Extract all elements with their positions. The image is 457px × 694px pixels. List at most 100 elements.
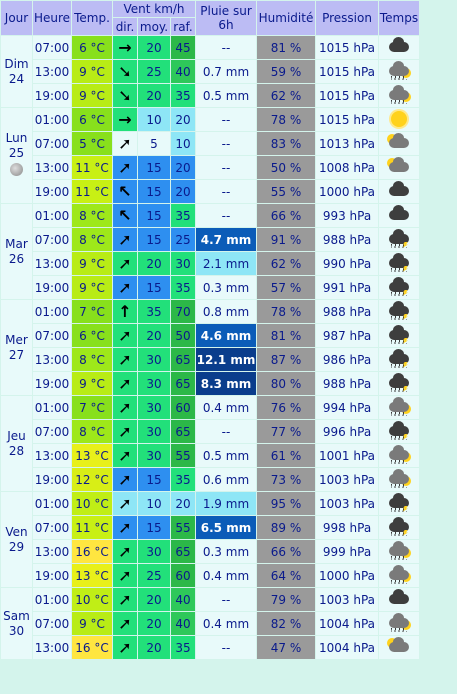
rain-icon (387, 228, 411, 248)
sun-cloud-icon (387, 156, 411, 176)
pressure-cell: 988 hPa (316, 300, 378, 323)
day-cell: Mer 27 (1, 300, 32, 395)
day-cell: Sam 30 (1, 588, 32, 659)
humidity-cell: 77 % (257, 420, 315, 443)
rain-cell: 0.5 mm (196, 84, 256, 107)
humidity-cell: 55 % (257, 180, 315, 203)
wind-dir-icon: ➚ (113, 612, 137, 635)
temp-cell: 10 °C (72, 588, 112, 611)
temp-cell: 9 °C (72, 252, 112, 275)
wind-gust-cell: 60 (171, 564, 195, 587)
wind-gust-cell: 35 (171, 468, 195, 491)
weather-cell (379, 444, 419, 467)
wind-gust-cell: 65 (171, 348, 195, 371)
wind-dir-icon: ➚ (113, 348, 137, 371)
hour-cell: 13:00 (33, 540, 71, 563)
weather-cell (379, 108, 419, 131)
wind-gust-cell: 35 (171, 84, 195, 107)
table-row: Lun 25 01:00 6 °C → 10 20 -- 78 % 1015 hPa (1, 108, 419, 203)
pressure-cell: 986 hPa (316, 348, 378, 371)
weather-cell (379, 396, 419, 419)
rain-cell: 0.5 mm (196, 444, 256, 467)
hour-cell: 01:00 (33, 588, 71, 611)
rain-icon (387, 348, 411, 368)
table-row: 13:00 9 °C ➚ 20 30 2.1 mm 62 % 990 hPa (1, 252, 419, 275)
wind-gust-cell: 70 (171, 300, 195, 323)
weather-cell (379, 180, 419, 203)
table-row: 13:00 9 °C ➘ 25 40 0.7 mm 59 % 1015 hPa (1, 60, 419, 83)
pressure-cell: 1003 hPa (316, 468, 378, 491)
pressure-cell: 1015 hPa (316, 108, 378, 131)
sun-rain-icon (387, 468, 411, 488)
header-pression: Pression (316, 1, 378, 35)
pressure-cell: 1015 hPa (316, 84, 378, 107)
sun-rain-icon (387, 612, 411, 632)
wind-gust-cell: 20 (171, 492, 195, 515)
temp-cell: 7 °C (72, 300, 112, 323)
weather-cell (379, 324, 419, 347)
wind-gust-cell: 35 (171, 636, 195, 659)
wind-gust-cell: 55 (171, 444, 195, 467)
sun-rain-icon (387, 564, 411, 584)
moon-icon (10, 163, 23, 176)
wind-avg-cell: 20 (138, 36, 170, 59)
temp-cell: 11 °C (72, 156, 112, 179)
hour-cell: 01:00 (33, 492, 71, 515)
weather-cell (379, 204, 419, 227)
wind-gust-cell: 50 (171, 324, 195, 347)
wind-avg-cell: 20 (138, 588, 170, 611)
hour-cell: 07:00 (33, 36, 71, 59)
sun-rain-icon (387, 84, 411, 104)
wind-dir-icon: ➚ (113, 468, 137, 491)
rain-cell: -- (196, 36, 256, 59)
temp-cell: 5 °C (72, 132, 112, 155)
pressure-cell: 988 hPa (316, 372, 378, 395)
rain-cell: 4.7 mm (196, 228, 256, 251)
wind-gust-cell: 35 (171, 276, 195, 299)
wind-avg-cell: 15 (138, 156, 170, 179)
wind-dir-icon: ➚ (113, 252, 137, 275)
wind-avg-cell: 15 (138, 180, 170, 203)
table-row: 13:00 16 °C ➚ 20 35 -- 47 % 1004 hPa (1, 636, 419, 659)
rain-cell: -- (196, 180, 256, 203)
temp-cell: 16 °C (72, 540, 112, 563)
humidity-cell: 62 % (257, 84, 315, 107)
table-row: Dim 24 07:00 6 °C → 20 45 -- 81 % 1015 hPa (1, 36, 419, 107)
temp-cell: 10 °C (72, 492, 112, 515)
table-row: 19:00 12 °C ➚ 15 35 0.6 mm 73 % 1003 hPa (1, 468, 419, 491)
rain-cell: 0.3 mm (196, 540, 256, 563)
table-row: Mer 27 01:00 7 °C ↑ 35 70 0.8 mm 78 % 988 hPa (1, 300, 419, 395)
weather-cell (379, 228, 419, 251)
wind-avg-cell: 30 (138, 444, 170, 467)
rain-icon (387, 276, 411, 296)
wind-avg-cell: 35 (138, 300, 170, 323)
wind-dir-icon: ➚ (113, 564, 137, 587)
rain-cell: 0.4 mm (196, 396, 256, 419)
wind-avg-cell: 10 (138, 108, 170, 131)
table-row: 19:00 13 °C ➚ 25 60 0.4 mm 64 % 1000 hPa (1, 564, 419, 587)
weather-cell (379, 300, 419, 323)
wind-gust-cell: 55 (171, 516, 195, 539)
wind-gust-cell: 20 (171, 156, 195, 179)
hour-cell: 19:00 (33, 180, 71, 203)
temp-cell: 6 °C (72, 324, 112, 347)
sun-rain-icon (387, 540, 411, 560)
sun-rain-icon (387, 396, 411, 416)
weather-cell (379, 540, 419, 563)
weather-cell (379, 636, 419, 659)
header-heure: Heure (33, 1, 71, 35)
temp-cell: 8 °C (72, 204, 112, 227)
weather-cell (379, 348, 419, 371)
table-row: 07:00 5 °C ➚ 5 10 -- 83 % 1013 hPa (1, 132, 419, 155)
wind-avg-cell: 15 (138, 276, 170, 299)
temp-cell: 9 °C (72, 276, 112, 299)
wind-gust-cell: 65 (171, 540, 195, 563)
hour-cell: 01:00 (33, 108, 71, 131)
rain-cell: -- (196, 132, 256, 155)
wind-avg-cell: 30 (138, 372, 170, 395)
temp-cell: 8 °C (72, 420, 112, 443)
wind-dir-icon: → (113, 36, 137, 59)
rain-cell: -- (196, 204, 256, 227)
rain-cell: -- (196, 420, 256, 443)
hour-cell: 13:00 (33, 636, 71, 659)
